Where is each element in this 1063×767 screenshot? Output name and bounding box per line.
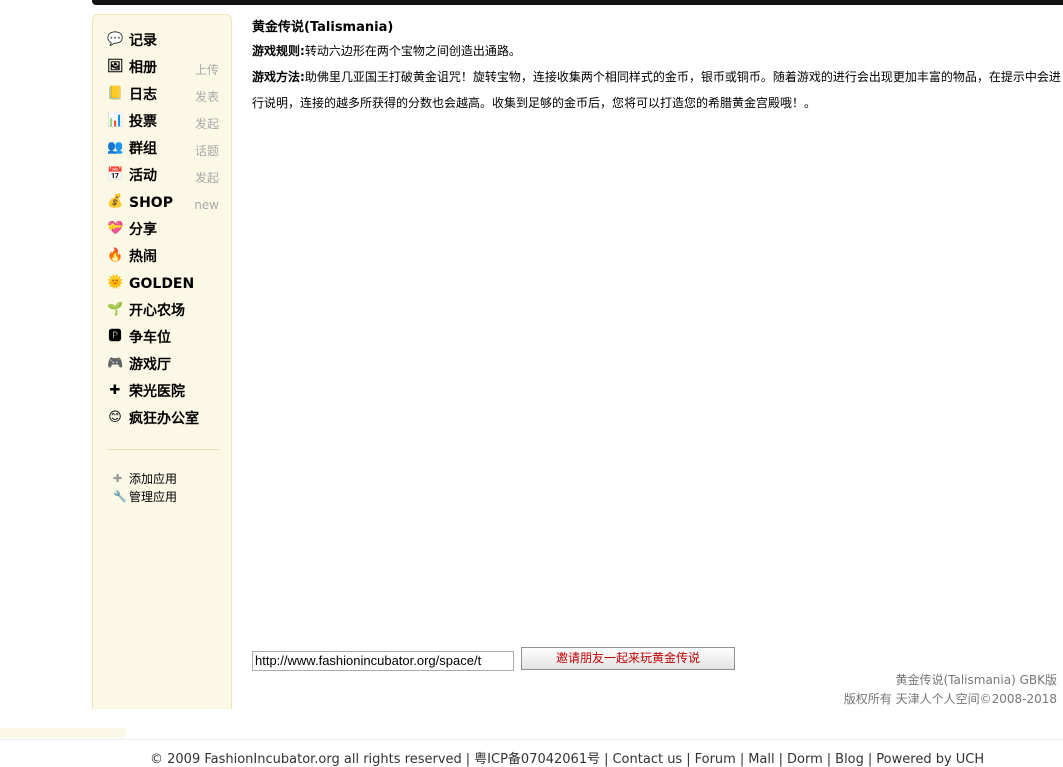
sidebar-item[interactable]: 🎮 游戏厅 [107,355,219,382]
sidebar-item[interactable]: 💰 SHOP new [107,193,219,220]
sidebar-item-label: 开心农场 [129,303,185,319]
sidebar-item-action[interactable]: 发表 [195,87,219,107]
app-manage-links: ✚ 添加应用 🔧 管理应用 [113,470,177,506]
sprout-icon: 🌱 [107,302,124,317]
sidebar-item-label: 热闹 [129,249,157,265]
calendar-icon: 📅 [107,167,124,182]
divider [107,449,219,450]
footer-link[interactable]: Blog [835,752,864,767]
footer-powered[interactable]: Powered by UCH [876,752,984,767]
rules-label: 游戏规则: [252,44,305,58]
sidebar-item-action[interactable]: new [194,195,219,215]
notebook-icon: 📒 [107,86,124,101]
sidebar-item-action[interactable]: 发起 [195,114,219,134]
sidebar-item-label: 分享 [129,222,157,238]
sun-icon: 🌞 [107,275,124,290]
game-method: 游戏方法:助佛里几亚国王打破黄金诅咒！旋转宝物，连接收集两个相同样式的金币，银币… [252,64,1063,116]
sidebar-item-label: 相册 [129,60,157,76]
sidebar-item-label: 活动 [129,168,157,184]
footer-copyright: © 2009 FashionIncubator.org all rights r… [150,752,462,767]
invite-url-input[interactable] [252,651,514,671]
sidebar-item-label: 记录 [129,33,157,49]
sidebar-item-action[interactable]: 上传 [195,60,219,80]
sidebar-item-label: 荣光医院 [129,384,185,400]
add-app-label: 添加应用 [129,472,178,486]
sidebar-item[interactable]: 📒 日志 发表 [107,85,219,112]
sidebar-item-action[interactable]: 话题 [195,141,219,161]
top-bar [92,0,1063,5]
invite-friends-button[interactable]: 邀请朋友一起来玩黄金传说 [521,647,735,670]
sidebar-item-label: 疯狂办公室 [129,411,199,427]
red-cross-icon: ✚ [109,383,121,398]
sidebar-bottom-tab [0,728,127,738]
rules-text: 转动六边形在两个宝物之间创造出通路。 [304,44,521,58]
plus-icon: ✚ [113,472,123,485]
sidebar-item[interactable]: 🌱 开心农场 [107,301,219,328]
add-app-link[interactable]: ✚ 添加应用 [113,470,177,488]
wrench-icon: 🔧 [113,490,127,503]
main-content: 黄金传说(Talismania) 游戏规则:转动六边形在两个宝物之间创造出通路。… [252,18,1063,116]
gamepad-icon: 🎮 [107,356,124,371]
game-rules: 游戏规则:转动六边形在两个宝物之间创造出通路。 [252,38,1063,64]
sidebar-item[interactable]: 💬 记录 [107,31,219,58]
manage-app-link[interactable]: 🔧 管理应用 [113,488,177,506]
credit-copyright: 版权所有 天津人个人空间©2008-2018 [843,692,1057,706]
face-icon: 😊 [108,410,122,425]
footer-link[interactable]: Contact us [612,752,682,767]
footer-link[interactable]: Dorm [787,752,823,767]
sidebar-nav: 💬 记录 🖼 相册 上传 📒 日志 发表 📊 投票 发起 👥 群组 话题 📅 活动 发起 💰 SHOP new 💝 分享 🔥… [107,31,219,436]
chat-bubble-icon: 💬 [107,32,124,47]
heart-icon: 💝 [107,221,124,236]
credit-version: 黄金传说(Talismania) GBK版 [895,673,1057,687]
sidebar-item[interactable]: 📊 投票 发起 [107,112,219,139]
footer-divider [0,739,1063,740]
sidebar-item-label: SHOP [129,195,173,211]
method-label: 游戏方法: [252,70,305,84]
sidebar-item[interactable]: 🖼 相册 上传 [107,58,219,85]
sidebar-item[interactable]: 👥 群组 话题 [107,139,219,166]
sidebar-item-label: 游戏厅 [129,357,171,373]
bar-chart-icon: 📊 [107,113,124,128]
sidebar-item[interactable]: 😊 疯狂办公室 [107,409,219,436]
sidebar-item-label: 群组 [129,141,157,157]
method-text: 助佛里几亚国王打破黄金诅咒！旋转宝物，连接收集两个相同样式的金币，银币或铜币。随… [252,70,1061,110]
sidebar-item[interactable]: ✚ 荣光医院 [107,382,219,409]
sidebar-item[interactable]: 🌞 GOLDEN [107,274,219,301]
sidebar-item[interactable]: 🅿 争车位 [107,328,219,355]
credit-block: 黄金传说(Talismania) GBK版 版权所有 天津人个人空间©2008-… [844,671,1057,709]
sidebar-item-label: 日志 [129,87,157,103]
parking-icon: 🅿 [108,329,122,344]
coins-icon: 💰 [107,194,124,209]
sidebar-item[interactable]: 🔥 热闹 [107,247,219,274]
sidebar-item[interactable]: 💝 分享 [107,220,219,247]
sidebar-item-action[interactable]: 发起 [195,168,219,188]
sidebar: 💬 记录 🖼 相册 上传 📒 日志 发表 📊 投票 发起 👥 群组 话题 📅 活动 发起 💰 SHOP new 💝 分享 🔥… [92,14,232,709]
photo-icon: 🖼 [107,59,124,74]
sidebar-item[interactable]: 📅 活动 发起 [107,166,219,193]
sidebar-item-label: GOLDEN [129,276,195,292]
group-icon: 👥 [107,140,124,155]
footer-link[interactable]: Mall [748,752,774,767]
sidebar-item-label: 投票 [129,114,157,130]
page-title: 黄金传说(Talismania) [252,20,394,35]
fire-icon: 🔥 [107,248,124,263]
footer: © 2009 FashionIncubator.org all rights r… [150,752,985,767]
sidebar-item-label: 争车位 [129,330,171,346]
footer-icp-link[interactable]: 粤ICP备07042061号 [474,752,600,767]
footer-link[interactable]: Forum [695,752,736,767]
manage-app-label: 管理应用 [129,490,178,504]
